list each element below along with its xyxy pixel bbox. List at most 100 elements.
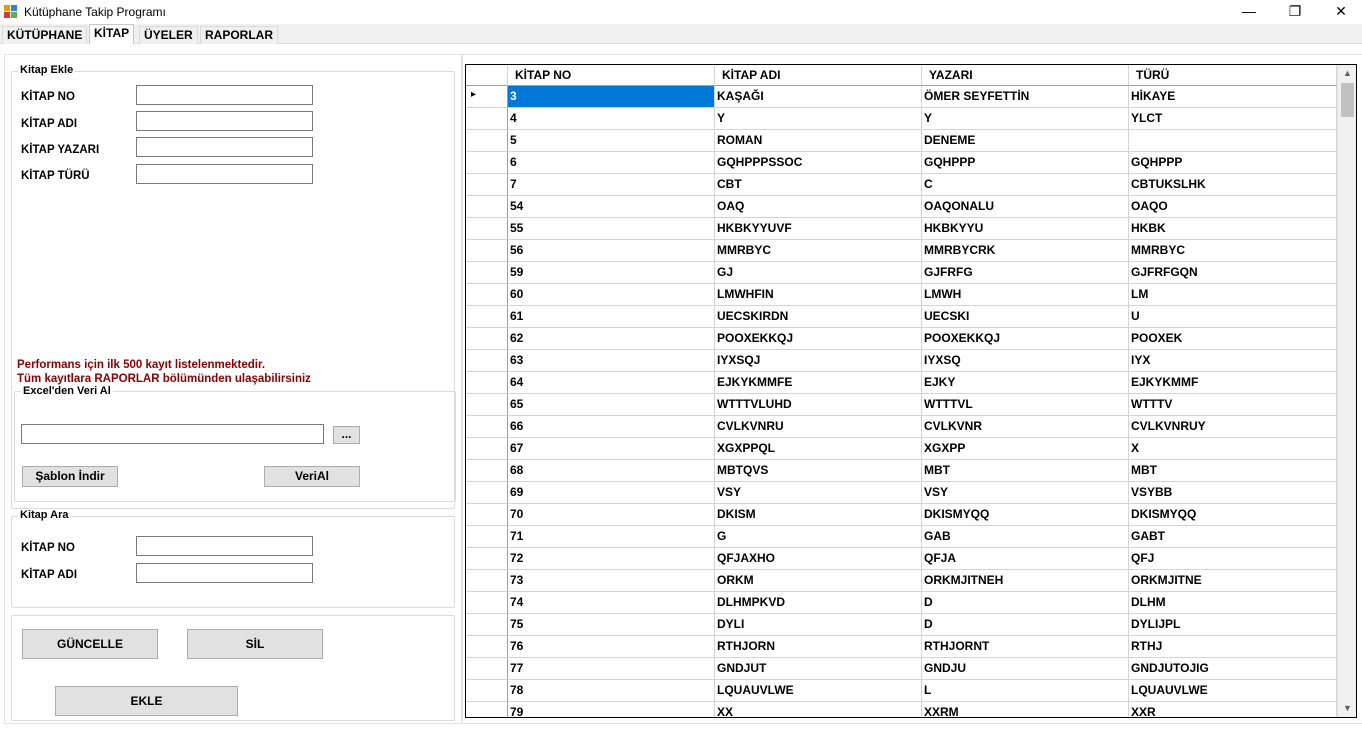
cell-author[interactable]: EJKY: [922, 372, 1129, 394]
cell-author[interactable]: POOXEKKQJ: [922, 328, 1129, 350]
cell-author[interactable]: WTTTVL: [922, 394, 1129, 416]
row-header[interactable]: [466, 240, 508, 262]
row-header[interactable]: [466, 130, 508, 152]
cell-author[interactable]: DKISMYQQ: [922, 504, 1129, 526]
cell-book-no[interactable]: 65: [508, 394, 715, 416]
cell-book-name[interactable]: HKBKYYUVF: [715, 218, 922, 240]
cell-author[interactable]: UECSKI: [922, 306, 1129, 328]
cell-book-name[interactable]: G: [715, 526, 922, 548]
cell-author[interactable]: GAB: [922, 526, 1129, 548]
cell-book-no[interactable]: 74: [508, 592, 715, 614]
cell-book-no[interactable]: 64: [508, 372, 715, 394]
row-header[interactable]: ▸: [466, 86, 508, 108]
row-header[interactable]: [466, 218, 508, 240]
tab-raporlar[interactable]: RAPORLAR: [200, 26, 278, 44]
cell-type[interactable]: RTHJ: [1129, 636, 1337, 658]
cell-book-no[interactable]: 79: [508, 702, 715, 717]
cell-type[interactable]: [1129, 130, 1337, 152]
cell-book-name[interactable]: LQUAUVLWE: [715, 680, 922, 702]
tab-uyeler[interactable]: ÜYELER: [139, 26, 198, 44]
cell-author[interactable]: Y: [922, 108, 1129, 130]
column-header-type[interactable]: TÜRÜ: [1129, 65, 1337, 86]
cell-book-name[interactable]: UECSKIRDN: [715, 306, 922, 328]
row-header[interactable]: [466, 350, 508, 372]
book-type-input[interactable]: [136, 164, 313, 184]
cell-type[interactable]: YLCT: [1129, 108, 1337, 130]
cell-type[interactable]: GABT: [1129, 526, 1337, 548]
book-no-input[interactable]: [136, 85, 313, 105]
cell-book-name[interactable]: ROMAN: [715, 130, 922, 152]
cell-book-no[interactable]: 63: [508, 350, 715, 372]
update-button[interactable]: GÜNCELLE: [22, 629, 158, 659]
minimize-button[interactable]: —: [1226, 0, 1272, 24]
row-header[interactable]: [466, 482, 508, 504]
cell-type[interactable]: LM: [1129, 284, 1337, 306]
book-author-input[interactable]: [136, 137, 313, 157]
browse-button[interactable]: ...: [333, 426, 360, 444]
cell-type[interactable]: OAQO: [1129, 196, 1337, 218]
row-header[interactable]: [466, 262, 508, 284]
cell-author[interactable]: VSY: [922, 482, 1129, 504]
cell-type[interactable]: DKISMYQQ: [1129, 504, 1337, 526]
row-header[interactable]: [466, 526, 508, 548]
maximize-button[interactable]: ❐: [1272, 0, 1318, 24]
cell-book-no[interactable]: 71: [508, 526, 715, 548]
cell-author[interactable]: LMWH: [922, 284, 1129, 306]
cell-type[interactable]: ORKMJITNE: [1129, 570, 1337, 592]
cell-author[interactable]: IYXSQ: [922, 350, 1129, 372]
close-button[interactable]: ✕: [1318, 0, 1362, 24]
cell-book-name[interactable]: LMWHFIN: [715, 284, 922, 306]
cell-book-no[interactable]: 66: [508, 416, 715, 438]
row-header[interactable]: [466, 416, 508, 438]
cell-book-name[interactable]: IYXSQJ: [715, 350, 922, 372]
column-header-author[interactable]: YAZARI: [922, 65, 1129, 86]
cell-type[interactable]: IYX: [1129, 350, 1337, 372]
cell-book-name[interactable]: DKISM: [715, 504, 922, 526]
cell-book-no[interactable]: 72: [508, 548, 715, 570]
cell-author[interactable]: ORKMJITNEH: [922, 570, 1129, 592]
cell-book-no[interactable]: 77: [508, 658, 715, 680]
cell-author[interactable]: GJFRFG: [922, 262, 1129, 284]
row-header[interactable]: [466, 306, 508, 328]
row-header[interactable]: [466, 614, 508, 636]
row-header[interactable]: [466, 328, 508, 350]
cell-type[interactable]: EJKYKMMF: [1129, 372, 1337, 394]
cell-author[interactable]: CVLKVNR: [922, 416, 1129, 438]
cell-book-no[interactable]: 67: [508, 438, 715, 460]
grid-vertical-scrollbar[interactable]: ▲ ▼: [1337, 65, 1356, 717]
add-button[interactable]: EKLE: [55, 686, 238, 716]
cell-author[interactable]: RTHJORNT: [922, 636, 1129, 658]
search-name-input[interactable]: [136, 563, 313, 583]
cell-book-name[interactable]: EJKYKMMFE: [715, 372, 922, 394]
cell-book-name[interactable]: GNDJUT: [715, 658, 922, 680]
row-header[interactable]: [466, 460, 508, 482]
cell-book-no[interactable]: 55: [508, 218, 715, 240]
cell-type[interactable]: X: [1129, 438, 1337, 460]
cell-author[interactable]: D: [922, 614, 1129, 636]
row-header[interactable]: [466, 152, 508, 174]
cell-book-no[interactable]: 60: [508, 284, 715, 306]
cell-book-no[interactable]: 62: [508, 328, 715, 350]
cell-type[interactable]: CBTUKSLHK: [1129, 174, 1337, 196]
cell-author[interactable]: L: [922, 680, 1129, 702]
row-header[interactable]: [466, 504, 508, 526]
cell-author[interactable]: GNDJU: [922, 658, 1129, 680]
books-grid[interactable]: KİTAP NO KİTAP ADI YAZARI TÜRÜ ▸ 3 KAŞAĞI ÖMER …: [465, 64, 1357, 718]
row-header[interactable]: [466, 636, 508, 658]
cell-type[interactable]: HKBK: [1129, 218, 1337, 240]
row-header[interactable]: [466, 592, 508, 614]
cell-type[interactable]: HİKAYE: [1129, 86, 1337, 108]
cell-book-name[interactable]: CBT: [715, 174, 922, 196]
row-header[interactable]: [466, 372, 508, 394]
cell-author[interactable]: GQHPPP: [922, 152, 1129, 174]
row-header[interactable]: [466, 548, 508, 570]
cell-book-no[interactable]: 4: [508, 108, 715, 130]
cell-type[interactable]: DYLIJPL: [1129, 614, 1337, 636]
cell-type[interactable]: GNDJUTOJIG: [1129, 658, 1337, 680]
cell-book-no[interactable]: 78: [508, 680, 715, 702]
cell-book-no[interactable]: 75: [508, 614, 715, 636]
cell-author[interactable]: MBT: [922, 460, 1129, 482]
cell-author[interactable]: HKBKYYU: [922, 218, 1129, 240]
cell-book-name[interactable]: MBTQVS: [715, 460, 922, 482]
delete-button[interactable]: SİL: [187, 629, 323, 659]
